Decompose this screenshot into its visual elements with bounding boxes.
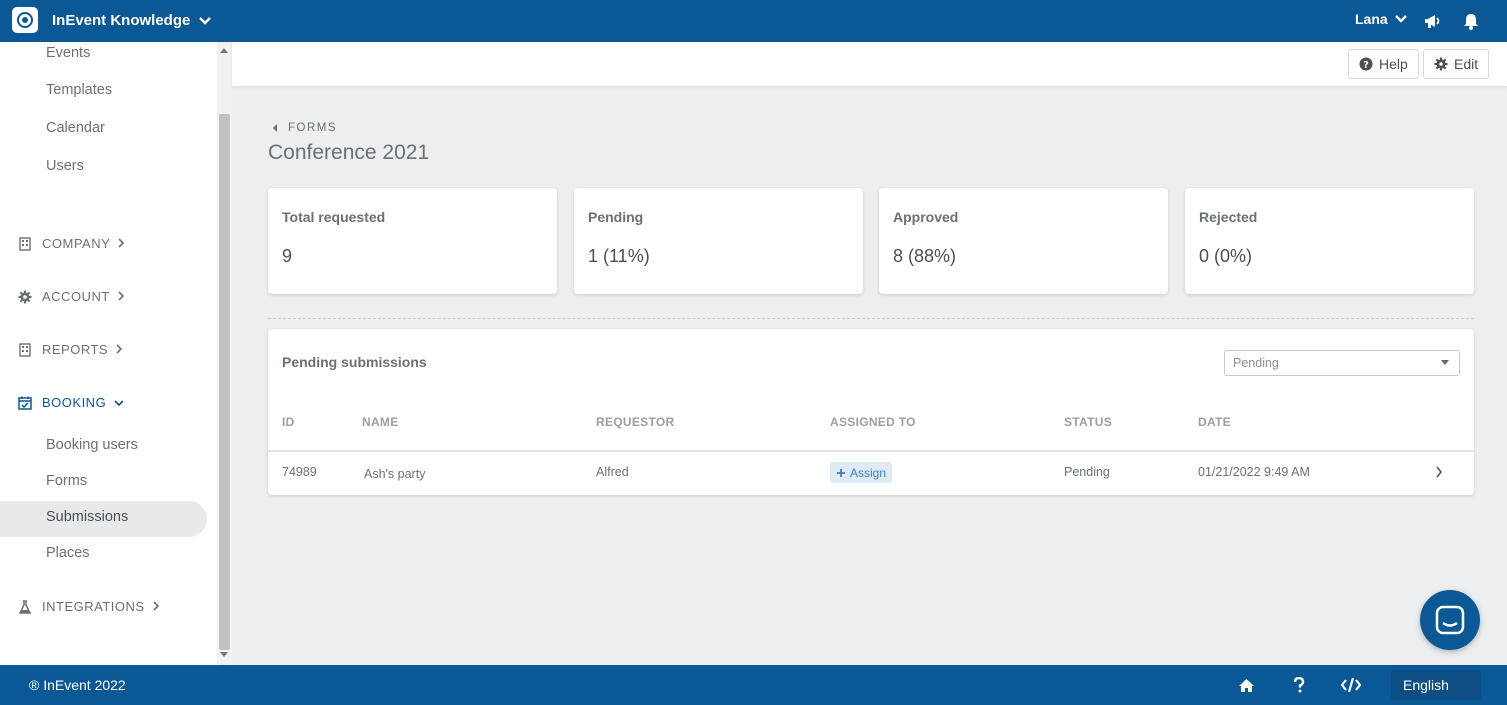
chevron-right-icon	[152, 599, 160, 614]
app-name: InEvent Knowledge	[52, 11, 191, 29]
sidebar-item-booking-users[interactable]: Booking users	[46, 437, 138, 453]
submissions-panel: Pending submissions Pending ID NAME REQU…	[268, 329, 1474, 495]
flask-icon	[18, 599, 32, 614]
sidebar-section-reports[interactable]: REPORTS	[18, 342, 123, 357]
column-header-name[interactable]: NAME	[362, 415, 399, 429]
sidebar-section-company[interactable]: COMPANY	[18, 236, 125, 251]
gear-icon	[18, 290, 32, 304]
app-logo-icon	[12, 7, 38, 33]
megaphone-icon[interactable]	[1423, 11, 1443, 31]
stat-value: 0 (0%)	[1199, 246, 1253, 266]
svg-text:?: ?	[1363, 60, 1369, 71]
stat-card-pending: Pending 1 (11%)	[574, 188, 863, 294]
calendar-check-icon	[18, 396, 32, 410]
sidebar-section-label: COMPANY	[42, 236, 111, 251]
stat-label: Pending	[588, 209, 644, 225]
sidebar-section-booking[interactable]: BOOKING	[18, 395, 124, 410]
stat-label: Approved	[893, 209, 959, 225]
stat-value: 1 (11%)	[588, 246, 650, 266]
cell-status: Pending	[1064, 465, 1110, 479]
caret-down-icon	[1441, 360, 1449, 365]
chevron-right-icon	[118, 289, 125, 304]
sidebar-section-label: INTEGRATIONS	[42, 599, 145, 614]
bell-icon[interactable]	[1461, 11, 1481, 31]
sidebar-section-label: BOOKING	[42, 395, 107, 410]
page-title: Conference 2021	[268, 141, 430, 164]
panel-title: Pending submissions	[282, 354, 427, 370]
sidebar-section-label: REPORTS	[42, 342, 109, 357]
column-header-assigned-to[interactable]: ASSIGNED TO	[830, 415, 916, 429]
sidebar-item-forms[interactable]: Forms	[46, 473, 87, 489]
status-filter-select[interactable]: Pending	[1224, 350, 1460, 376]
stat-value: 8 (88%)	[893, 246, 957, 266]
sidebar-item-users[interactable]: Users	[46, 158, 84, 174]
stat-card-total: Total requested 9	[268, 188, 557, 294]
sidebar-item-templates[interactable]: Templates	[46, 82, 112, 98]
sidebar-item-places[interactable]: Places	[46, 545, 90, 561]
scroll-up-arrow-icon[interactable]	[220, 48, 228, 53]
section-divider	[268, 318, 1474, 319]
sidebar-item-submissions[interactable]: Submissions	[46, 509, 128, 525]
breadcrumb-label: FORMS	[288, 122, 338, 134]
cell-id: 74989	[282, 465, 317, 479]
question-icon[interactable]	[1289, 675, 1309, 695]
top-bar: InEvent Knowledge Lana	[0, 0, 1507, 42]
stat-card-approved: Approved 8 (88%)	[879, 188, 1168, 294]
assign-button[interactable]: Assign	[830, 462, 893, 483]
column-header-date[interactable]: DATE	[1198, 415, 1231, 429]
code-icon[interactable]	[1341, 675, 1361, 695]
chevron-left-icon	[273, 124, 277, 132]
user-name: Lana	[1355, 11, 1388, 27]
sidebar-scrollbar[interactable]	[217, 42, 232, 665]
edit-button[interactable]: Edit	[1423, 49, 1490, 79]
scroll-thumb[interactable]	[219, 114, 230, 650]
help-label: Help	[1379, 56, 1408, 72]
table-header-divider	[268, 450, 1474, 452]
sidebar-section-label: ACCOUNT	[42, 289, 110, 304]
stat-card-rejected: Rejected 0 (0%)	[1185, 188, 1474, 294]
app-switcher[interactable]: InEvent Knowledge	[12, 6, 190, 34]
stat-label: Rejected	[1199, 209, 1258, 225]
gear-icon	[1434, 57, 1448, 71]
chevron-down-icon[interactable]	[196, 12, 214, 30]
column-header-id[interactable]: ID	[282, 415, 295, 429]
scroll-down-arrow-icon[interactable]	[220, 652, 228, 657]
plus-icon	[837, 468, 845, 477]
chevron-down-icon	[114, 395, 124, 410]
help-button[interactable]: ? Help	[1348, 49, 1419, 79]
stat-label: Total requested	[282, 209, 386, 225]
cell-requestor: Alfred	[596, 465, 629, 479]
sidebar: Events Templates Calendar Users COMPANY …	[0, 42, 232, 665]
language-label: English	[1403, 677, 1449, 693]
column-header-requestor[interactable]: REQUESTOR	[596, 415, 675, 429]
language-select[interactable]: English	[1391, 670, 1481, 700]
breadcrumb[interactable]: FORMS	[272, 122, 337, 134]
sidebar-section-integrations[interactable]: INTEGRATIONS	[18, 599, 160, 614]
chevron-down-icon	[1394, 15, 1407, 23]
stat-value: 9	[282, 246, 293, 266]
assign-label: Assign	[850, 465, 887, 480]
cell-date: 01/21/2022 9:49 AM	[1198, 465, 1310, 479]
home-icon[interactable]	[1236, 675, 1256, 695]
chevron-right-icon[interactable]	[1432, 465, 1446, 479]
copyright: ® InEvent 2022	[29, 677, 126, 693]
column-header-status[interactable]: STATUS	[1064, 415, 1112, 429]
sidebar-section-account[interactable]: ACCOUNT	[18, 289, 125, 304]
content-header: ? Help Edit	[232, 42, 1507, 86]
footer: ® InEvent 2022 English	[0, 665, 1507, 705]
filter-value: Pending	[1233, 356, 1279, 370]
chevron-right-icon	[118, 236, 125, 251]
question-circle-icon: ?	[1359, 57, 1373, 71]
building-icon	[18, 342, 32, 357]
sidebar-item-calendar[interactable]: Calendar	[46, 120, 105, 136]
chevron-right-icon	[116, 342, 123, 357]
edit-label: Edit	[1454, 56, 1479, 72]
user-menu[interactable]: Lana	[1355, 11, 1408, 27]
chat-launcher-button[interactable]	[1420, 590, 1480, 650]
cell-name: Ash's party	[364, 467, 426, 481]
building-icon	[18, 236, 32, 251]
sidebar-item-events[interactable]: Events	[46, 45, 90, 61]
chat-icon	[1435, 605, 1465, 635]
